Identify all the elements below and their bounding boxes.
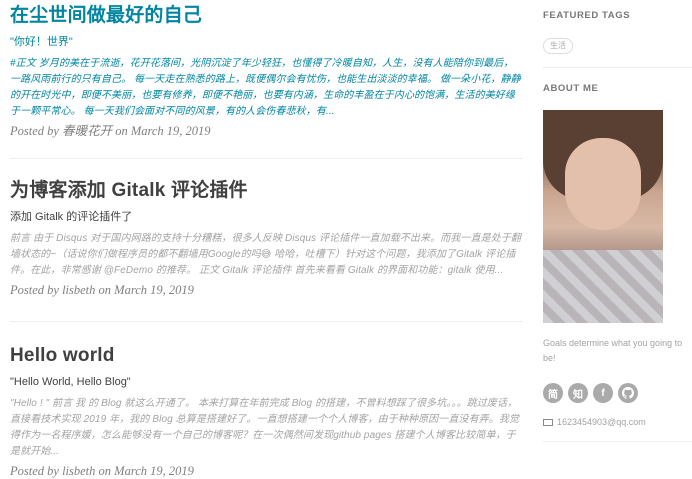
email-address: 1623454903@qq.com bbox=[557, 417, 646, 427]
avatar-scarf bbox=[543, 250, 663, 323]
post-meta: Posted by lisbeth on March 19, 2019 bbox=[10, 283, 194, 297]
github-glyph bbox=[622, 387, 634, 399]
jianshu-icon[interactable]: 简 bbox=[543, 383, 563, 403]
email-link[interactable]: 1623454903@qq.com bbox=[543, 417, 646, 427]
post-preview: Hello world "Hello World, Hello Blog" "H… bbox=[10, 322, 523, 478]
social-links: 简 知 f bbox=[543, 383, 638, 403]
about-me-title: ABOUT ME bbox=[543, 83, 599, 94]
post-excerpt[interactable]: #正文 岁月的美在于流逝，花开花落间，光阴沉淀了年少轻狂，也懂得了冷暖自知，人生… bbox=[10, 56, 523, 120]
github-icon[interactable] bbox=[618, 383, 638, 403]
post-title[interactable]: 在尘世间做最好的自己 bbox=[10, 0, 523, 28]
post-meta: Posted by 春暖花开 on March 19, 2019 bbox=[10, 124, 211, 138]
facebook-icon[interactable]: f bbox=[593, 383, 613, 403]
featured-tags-title: FEATURED TAGS bbox=[543, 10, 631, 21]
divider bbox=[543, 67, 692, 68]
post-subtitle[interactable]: "Hello World, Hello Blog" bbox=[10, 374, 523, 390]
zhihu-icon[interactable]: 知 bbox=[568, 383, 588, 403]
post-preview: 在尘世间做最好的自己 "你好！世界" #正文 岁月的美在于流逝，花开花落间，光阴… bbox=[10, 0, 523, 159]
bio-text: Goals determine what you going to be! bbox=[543, 338, 683, 363]
post-subtitle[interactable]: "你好！世界" bbox=[10, 34, 523, 50]
tag-link[interactable]: 生活 bbox=[543, 38, 573, 54]
post-meta: Posted by lisbeth on March 19, 2019 bbox=[10, 464, 194, 478]
mail-icon bbox=[543, 418, 553, 426]
post-subtitle[interactable]: 添加 Gitalk 的评论插件了 bbox=[10, 209, 523, 225]
post-title[interactable]: Hello world bbox=[10, 322, 523, 368]
post-excerpt[interactable]: 前言 由于 Disqus 对于国内网路的支持十分糟糕，很多人反映 Disqus … bbox=[10, 231, 523, 279]
avatar bbox=[543, 110, 663, 323]
post-list: 在尘世间做最好的自己 "你好！世界" #正文 岁月的美在于流逝，花开花落间，光阴… bbox=[10, 0, 523, 478]
divider bbox=[543, 441, 692, 442]
avatar-face bbox=[565, 138, 641, 230]
post-title[interactable]: 为博客添加 Gitalk 评论插件 bbox=[10, 159, 523, 203]
post-excerpt[interactable]: "Hello ! " 前言 我 的 Blog 就这么开通了。 本来打算在年前完成… bbox=[10, 396, 523, 460]
post-preview: 为博客添加 Gitalk 评论插件 添加 Gitalk 的评论插件了 前言 由于… bbox=[10, 159, 523, 322]
